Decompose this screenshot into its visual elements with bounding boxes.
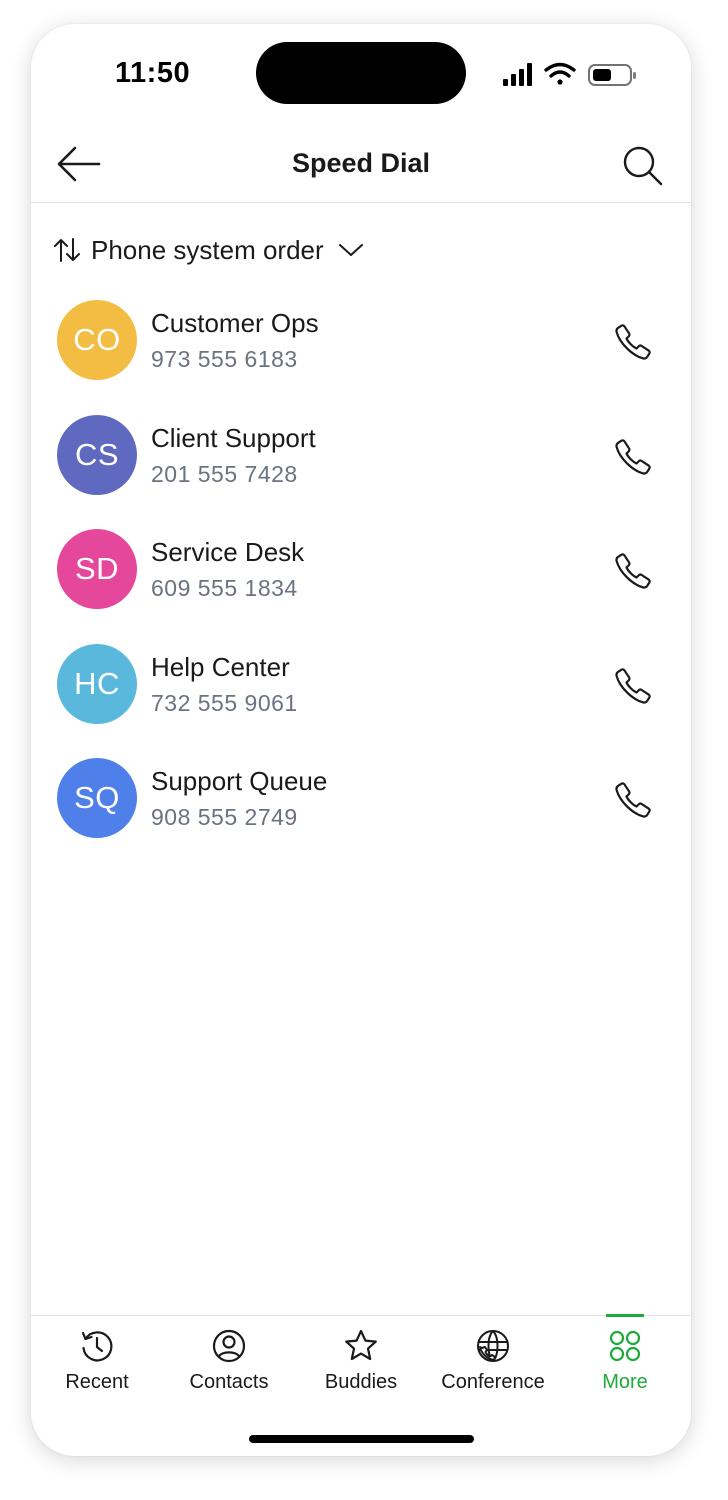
contact-name: Support Queue <box>151 766 328 796</box>
avatar: CS <box>57 414 137 495</box>
search-icon[interactable] <box>619 142 665 188</box>
page-title: Speed Dial <box>291 148 431 178</box>
phone-call-icon[interactable] <box>613 780 653 820</box>
phone-call-icon[interactable] <box>613 322 653 362</box>
avatar: HC <box>57 643 137 724</box>
avatar: SQ <box>57 758 137 838</box>
contact-number: 609 555 1834 <box>151 575 298 601</box>
avatar: SD <box>57 529 137 609</box>
globe-phone-icon <box>477 1330 509 1362</box>
contact-number: 908 555 2749 <box>151 804 298 830</box>
speed-dial-list: CO Customer Ops 973 555 6183 CS Client S… <box>31 290 691 863</box>
sort-label: Phone system order <box>91 234 324 265</box>
star-icon <box>345 1329 377 1361</box>
navigation-header: Speed Dial <box>31 134 691 203</box>
active-tab-indicator <box>606 1314 644 1317</box>
person-circle-icon <box>212 1329 246 1363</box>
tab-label: Recent <box>65 1371 129 1393</box>
list-item[interactable]: SQ Support Queue 908 555 2749 <box>31 748 691 863</box>
phone-screen: 11:50 Speed Dial Phone system order CO C… <box>31 24 691 1456</box>
contact-name: Help Center <box>151 651 290 682</box>
contact-name: Service Desk <box>151 537 305 567</box>
tab-more[interactable]: More <box>559 1314 691 1406</box>
tab-label: Conference <box>441 1371 545 1393</box>
wifi-icon <box>544 62 576 85</box>
contact-name: Customer Ops <box>151 308 319 338</box>
signal-icon <box>503 63 532 86</box>
list-item[interactable]: CO Customer Ops 973 555 6183 <box>31 290 691 405</box>
status-time: 11:50 <box>115 57 191 89</box>
contact-number: 973 555 6183 <box>151 346 298 372</box>
tab-buddies[interactable]: Buddies <box>295 1316 427 1406</box>
sort-selector[interactable]: Phone system order <box>53 230 364 270</box>
tab-label: Contacts <box>189 1371 269 1393</box>
tab-recent[interactable]: Recent <box>31 1316 163 1406</box>
tab-contacts[interactable]: Contacts <box>163 1316 295 1406</box>
tab-label: More <box>602 1371 648 1393</box>
list-item[interactable]: CS Client Support 201 555 7428 <box>31 405 691 520</box>
four-circles-icon <box>609 1330 641 1362</box>
avatar: CO <box>57 300 137 380</box>
phone-call-icon[interactable] <box>613 666 653 706</box>
list-item[interactable]: HC Help Center 732 555 9061 <box>31 634 691 749</box>
phone-call-icon[interactable] <box>613 551 653 591</box>
dynamic-island <box>256 42 466 104</box>
chevron-down-icon <box>338 244 363 256</box>
contact-number: 201 555 7428 <box>151 460 298 487</box>
phone-call-icon[interactable] <box>613 437 653 477</box>
list-item[interactable]: SD Service Desk 609 555 1834 <box>31 519 691 634</box>
status-icons <box>503 62 636 86</box>
contact-name: Client Support <box>151 422 316 453</box>
home-indicator <box>249 1435 474 1443</box>
status-bar: 11:50 <box>31 24 691 124</box>
contact-number: 732 555 9061 <box>151 689 298 716</box>
tab-label: Buddies <box>324 1371 398 1393</box>
battery-icon <box>588 64 636 86</box>
history-clock-icon <box>81 1331 113 1362</box>
tab-conference[interactable]: Conference <box>427 1316 559 1406</box>
sort-arrows-icon <box>54 238 80 262</box>
